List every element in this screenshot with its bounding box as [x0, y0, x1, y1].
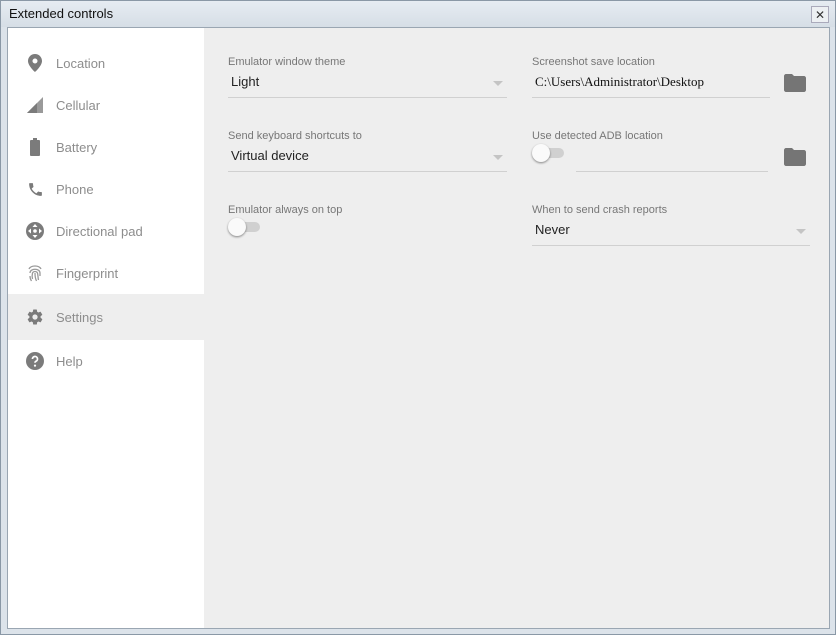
- cellular-signal-icon: [25, 95, 45, 115]
- shortcuts-label: Send keyboard shortcuts to: [228, 130, 362, 142]
- location-pin-icon: [25, 53, 45, 73]
- sidebar-item-label: Phone: [56, 181, 94, 197]
- folder-icon[interactable]: [784, 74, 806, 92]
- sidebar: Location Cellular Battery Phone Directio…: [8, 28, 204, 628]
- on-top-label: Emulator always on top: [228, 204, 343, 216]
- on-top-toggle[interactable]: [228, 218, 262, 236]
- client-area: Location Cellular Battery Phone Directio…: [7, 27, 830, 629]
- battery-icon: [25, 137, 45, 157]
- sidebar-item-directional-pad[interactable]: Directional pad: [8, 210, 204, 252]
- chevron-down-icon: [493, 155, 503, 160]
- sidebar-item-location[interactable]: Location: [8, 42, 204, 84]
- shortcuts-value: Virtual device: [231, 148, 309, 163]
- settings-panel: Emulator window theme Light Screenshot s…: [204, 28, 829, 628]
- adb-label: Use detected ADB location: [532, 130, 663, 142]
- sidebar-item-phone[interactable]: Phone: [8, 168, 204, 210]
- adb-path-field[interactable]: [576, 148, 768, 172]
- crash-value: Never: [535, 222, 570, 237]
- shortcuts-select[interactable]: Virtual device: [228, 148, 507, 172]
- sidebar-item-label: Fingerprint: [56, 265, 119, 281]
- sidebar-item-settings[interactable]: Settings: [8, 294, 204, 340]
- chevron-down-icon: [493, 81, 503, 86]
- fingerprint-icon: [25, 263, 45, 283]
- sidebar-item-cellular[interactable]: Cellular: [8, 84, 204, 126]
- sidebar-item-label: Location: [56, 55, 106, 71]
- close-button[interactable]: ✕: [811, 6, 829, 23]
- dpad-icon: [25, 221, 45, 241]
- sidebar-item-help[interactable]: Help: [8, 340, 204, 382]
- crash-label: When to send crash reports: [532, 204, 668, 216]
- sidebar-item-label: Battery: [56, 139, 98, 155]
- screenshot-path-field[interactable]: C:\Users\Administrator\Desktop: [532, 74, 770, 98]
- chevron-down-icon: [796, 229, 806, 234]
- help-icon: [25, 351, 45, 371]
- sidebar-item-label: Help: [56, 353, 83, 369]
- sidebar-item-label: Settings: [56, 309, 103, 325]
- screenshot-label: Screenshot save location: [532, 56, 655, 68]
- extended-controls-window: Extended controls ✕ Location Cellular Ba…: [0, 0, 836, 635]
- sidebar-item-battery[interactable]: Battery: [8, 126, 204, 168]
- sidebar-item-fingerprint[interactable]: Fingerprint: [8, 252, 204, 294]
- sidebar-item-label: Directional pad: [56, 223, 143, 239]
- crash-select[interactable]: Never: [532, 222, 810, 246]
- screenshot-path-value: C:\Users\Administrator\Desktop: [535, 74, 704, 89]
- close-icon: ✕: [814, 7, 826, 22]
- sidebar-item-label: Cellular: [56, 97, 101, 113]
- adb-toggle[interactable]: [532, 144, 566, 162]
- gear-icon: [25, 307, 45, 327]
- folder-icon[interactable]: [784, 148, 806, 166]
- phone-icon: [25, 179, 45, 199]
- theme-value: Light: [231, 74, 260, 89]
- theme-select[interactable]: Light: [228, 74, 507, 98]
- title-bar: Extended controls ✕: [1, 1, 835, 27]
- window-title: Extended controls: [9, 6, 114, 21]
- theme-label: Emulator window theme: [228, 56, 346, 68]
